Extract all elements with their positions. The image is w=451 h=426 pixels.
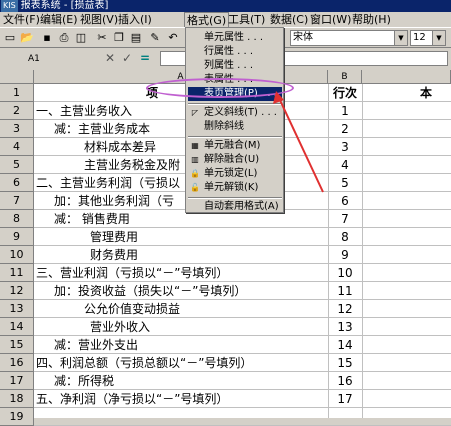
arrow-line <box>278 97 324 193</box>
annotation-arrow <box>273 91 324 193</box>
arrow-head <box>273 91 284 104</box>
